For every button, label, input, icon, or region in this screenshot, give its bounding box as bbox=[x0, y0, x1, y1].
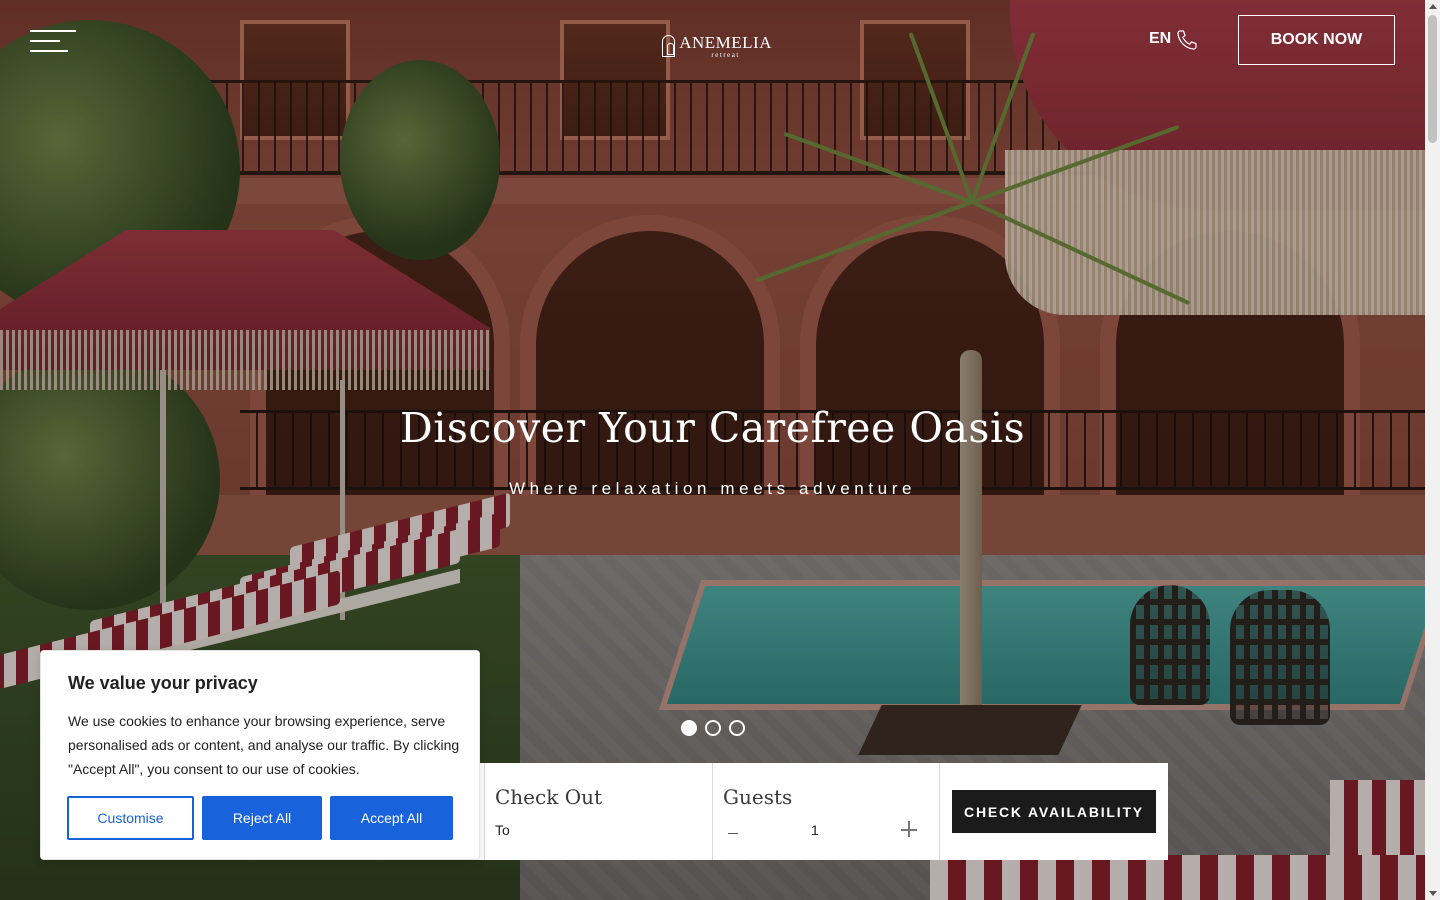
check-out-value: To bbox=[495, 822, 510, 838]
book-now-button[interactable]: BOOK NOW bbox=[1238, 15, 1395, 65]
guests-label: Guests bbox=[723, 785, 793, 809]
logo-subtitle: retreat bbox=[711, 50, 740, 59]
minus-icon[interactable] bbox=[723, 819, 743, 839]
slider-dot-1[interactable] bbox=[681, 720, 697, 736]
slider-dot-2[interactable] bbox=[705, 720, 721, 736]
cookie-consent-banner: We value your privacy We use cookies to … bbox=[40, 650, 480, 860]
check-availability-button[interactable]: CHECK AVAILABILITY bbox=[952, 790, 1156, 833]
phone-icon[interactable] bbox=[1175, 28, 1199, 52]
customise-button[interactable]: Customise bbox=[67, 796, 194, 840]
cookie-title: We value your privacy bbox=[68, 673, 258, 693]
check-out-label: Check Out bbox=[495, 785, 603, 809]
plus-icon[interactable] bbox=[901, 821, 919, 839]
scrollbar-thumb[interactable] bbox=[1428, 15, 1437, 143]
page-scrollbar[interactable] bbox=[1425, 0, 1440, 900]
logo-name: ANEMELIA bbox=[679, 32, 772, 52]
scroll-up-arrow-icon[interactable] bbox=[1429, 4, 1437, 9]
check-out-field[interactable]: Check Out To bbox=[484, 763, 712, 860]
arch-logo-icon bbox=[662, 35, 676, 57]
logo-text: ANEMELIA retreat bbox=[679, 34, 772, 59]
hamburger-menu-icon[interactable] bbox=[30, 28, 76, 54]
menu-line bbox=[30, 50, 68, 52]
scroll-down-arrow-icon[interactable] bbox=[1429, 891, 1437, 896]
accept-all-button[interactable]: Accept All bbox=[330, 796, 453, 840]
guests-count: 1 bbox=[811, 822, 819, 838]
guests-field: Guests 1 bbox=[712, 763, 939, 860]
hero-tagline: Where relaxation meets adventure bbox=[508, 479, 917, 498]
menu-line bbox=[30, 40, 60, 42]
slider-dot-3[interactable] bbox=[729, 720, 745, 736]
menu-line bbox=[30, 30, 76, 32]
language-selector[interactable]: EN bbox=[1149, 30, 1171, 48]
site-logo[interactable]: ANEMELIA retreat bbox=[662, 33, 772, 59]
reject-all-button[interactable]: Reject All bbox=[202, 796, 322, 840]
cookie-description: We use cookies to enhance your browsing … bbox=[68, 713, 460, 777]
hero-headline: Discover Your Carefree Oasis bbox=[399, 404, 1026, 452]
